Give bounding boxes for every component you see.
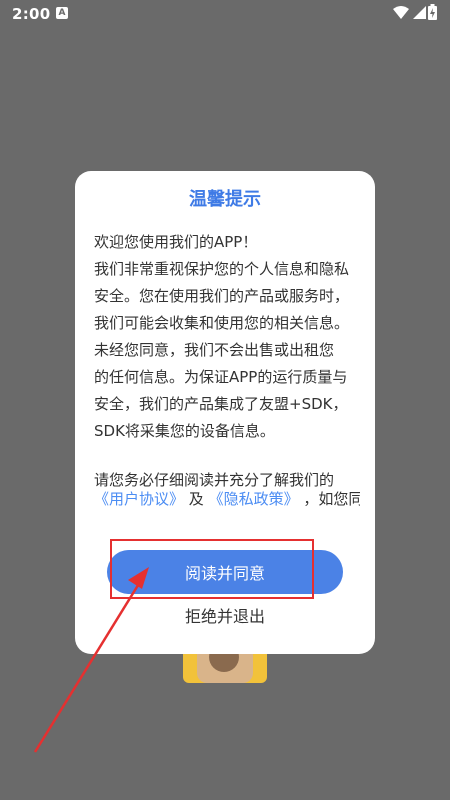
dialog-title: 温馨提示 bbox=[189, 189, 261, 210]
body-line: 安全。您在使用我们的产品或服务时， bbox=[94, 287, 350, 305]
user-agreement-link[interactable]: 《用户协议》 bbox=[94, 490, 184, 508]
privacy-policy-link[interactable]: 《隐私政策》 bbox=[209, 490, 299, 508]
agreement-links-line: 《用户协议》 及 《隐私政策》 ，如您同 bbox=[94, 486, 360, 513]
status-bar: 2:00 A bbox=[0, 0, 450, 28]
wifi-icon bbox=[393, 6, 409, 19]
status-time: 2:00 bbox=[12, 5, 51, 23]
battery-charging-icon bbox=[428, 4, 437, 20]
signal-icon bbox=[413, 6, 426, 19]
body-line: 未经您同意，我们不会出售或出租您 bbox=[94, 341, 335, 359]
and-text: 及 bbox=[188, 490, 204, 508]
body-line: 我们可能会收集和使用您的相关信息。 bbox=[94, 314, 350, 332]
dialog-body[interactable]: 欢迎您使用我们的APP！ 我们非常重视保护您的个人信息和隐私 安全。您在使用我们… bbox=[94, 229, 360, 519]
body-line: 的任何信息。为保证APP的运行质量与 bbox=[94, 368, 348, 386]
body-line: 安全，我们的产品集成了友盟+SDK， bbox=[94, 395, 348, 413]
decline-button[interactable]: 拒绝并退出 bbox=[75, 605, 375, 629]
notification-icon-glyph: A bbox=[58, 7, 66, 18]
body-line: 我们非常重视保护您的个人信息和隐私 bbox=[94, 260, 350, 278]
body-line: 欢迎您使用我们的APP！ bbox=[94, 233, 258, 251]
if-agree-text: ，如您同 bbox=[303, 490, 360, 508]
body-line: SDK将采集您的设备信息。 bbox=[94, 422, 275, 440]
annotation-highlight-box bbox=[110, 539, 314, 599]
notification-icon: A bbox=[56, 7, 68, 19]
